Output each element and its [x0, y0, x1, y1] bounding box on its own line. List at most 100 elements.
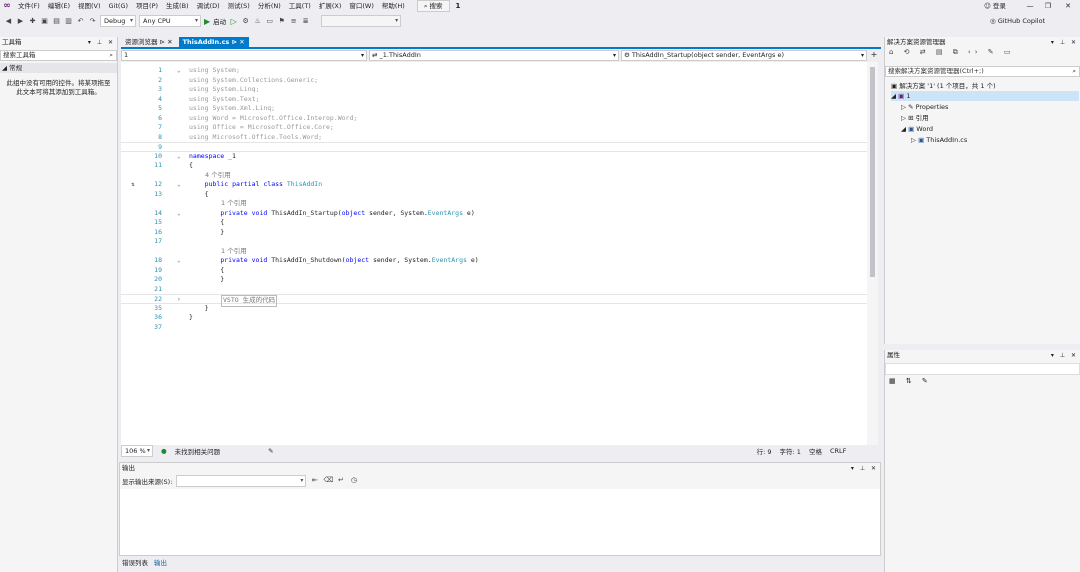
- menu-item[interactable]: 生成(B): [162, 0, 193, 12]
- menu-item[interactable]: 调试(D): [193, 0, 224, 12]
- config-select[interactable]: Debug: [100, 15, 136, 27]
- menu-item[interactable]: 工具(T): [285, 0, 315, 12]
- codelens-reference[interactable]: 1 个引用: [221, 199, 247, 209]
- class-dropdown[interactable]: ⇄ _1.ThisAddIn: [369, 50, 619, 61]
- menu-item[interactable]: Git(G): [105, 0, 133, 12]
- start-button[interactable]: 启动: [213, 16, 226, 26]
- menu-item[interactable]: 分析(N): [254, 0, 285, 12]
- output-text-area[interactable]: [120, 489, 880, 555]
- clear-icon[interactable]: ⌫: [323, 476, 333, 485]
- eol-mode[interactable]: CRLF: [830, 447, 846, 455]
- code-text: public partial class ThisAddIn: [204, 180, 323, 188]
- uncomment-icon[interactable]: ≣: [301, 17, 310, 26]
- save-all-icon[interactable]: ▥: [64, 17, 73, 26]
- fold-toggle-icon[interactable]: ⌄: [177, 66, 181, 76]
- line-number: 35: [154, 303, 162, 312]
- tree-item-label: ThisAddIn.cs: [926, 136, 968, 144]
- indent-mode[interactable]: 空格: [809, 446, 822, 456]
- code-line: 19 {: [121, 266, 867, 276]
- tab-thisaddin-cs[interactable]: ThisAddIn.cs ⊳ ✕: [178, 37, 249, 47]
- solution-search-input[interactable]: 搜索解决方案资源管理器(Ctrl+;) ⌕: [885, 66, 1080, 77]
- code-line: 11 {: [121, 161, 867, 171]
- fold-toggle-icon[interactable]: ⌄: [177, 209, 181, 219]
- fold-toggle-icon[interactable]: ⌄: [177, 256, 181, 266]
- solution-toolbar[interactable]: ⌂ ⟲ ⇄ ▤ ⧉ ‹› ✎ ▭: [885, 48, 1080, 64]
- back-icon[interactable]: ◀: [4, 17, 13, 26]
- menu-item[interactable]: 视图(V): [74, 0, 105, 12]
- panel-controls-icon[interactable]: ▾ ⊥ ✕: [1051, 37, 1080, 48]
- menu-item[interactable]: 文件(F): [14, 0, 44, 12]
- close-icon[interactable]: ✕: [167, 38, 172, 46]
- close-icon[interactable]: ✕: [239, 38, 244, 46]
- codelens-reference[interactable]: 4 个引用: [205, 171, 231, 181]
- toolbox-search-input[interactable]: 搜索工具箱 ⌕: [0, 50, 117, 61]
- tree-item-word[interactable]: ◢ ▣ Word: [901, 124, 933, 134]
- menu-item[interactable]: 窗口(W): [345, 0, 378, 12]
- properties-object-select[interactable]: [885, 363, 1080, 375]
- zoom-select[interactable]: 106 %: [121, 445, 153, 457]
- split-editor-icon[interactable]: +: [869, 50, 879, 61]
- properties-toolbar[interactable]: ▦ ⇅ ✎: [885, 377, 1080, 385]
- tree-item-references[interactable]: ▷ ⊞ 引用: [901, 113, 929, 123]
- menu-item[interactable]: 扩展(X): [315, 0, 346, 12]
- start-icon[interactable]: ▶: [204, 17, 210, 26]
- close-button[interactable]: ✕: [1054, 0, 1080, 12]
- panel-controls-icon[interactable]: ▾ ⊥ ✕: [851, 463, 880, 474]
- login-link[interactable]: ☺ 登录: [984, 0, 1006, 12]
- menu-item[interactable]: 测试(S): [224, 0, 254, 12]
- start-without-debug-icon[interactable]: ▷: [229, 17, 238, 26]
- search-box[interactable]: ⌕ 搜索: [416, 0, 450, 12]
- hot-reload-icon[interactable]: ♨: [253, 17, 262, 26]
- codelens-reference[interactable]: 1 个引用: [221, 247, 247, 257]
- code-editor[interactable]: 1 ⌄ using System; 2 using System.Collections…: [121, 62, 867, 445]
- project-dropdown[interactable]: 1: [121, 50, 367, 61]
- code-line: 17: [121, 237, 867, 247]
- tab-error-list[interactable]: 错误列表: [119, 557, 151, 569]
- find-combo[interactable]: [321, 15, 402, 27]
- visual-studio-logo-icon[interactable]: ∞: [0, 0, 14, 12]
- menu-item[interactable]: 帮助(H): [378, 0, 409, 12]
- goto-icon[interactable]: ⇤: [310, 476, 319, 485]
- brush-icon[interactable]: ✎: [268, 447, 273, 455]
- browser-link-icon[interactable]: ▭: [265, 17, 274, 26]
- solution-icon: ▣: [891, 82, 900, 90]
- pin-icon[interactable]: ⊳: [232, 38, 237, 46]
- panel-controls-icon[interactable]: ▾ ⊥ ✕: [88, 37, 117, 48]
- line-number: 8: [158, 132, 162, 141]
- clock-icon[interactable]: ◷: [349, 476, 358, 485]
- undo-icon[interactable]: ↶: [76, 17, 85, 26]
- tree-item-properties[interactable]: ▷ ✎ Properties: [901, 102, 948, 112]
- new-file-icon[interactable]: ✚: [28, 17, 37, 26]
- save-icon[interactable]: ▤: [52, 17, 61, 26]
- redo-icon[interactable]: ↷: [88, 17, 97, 26]
- project-node[interactable]: ◢ ▣ 1: [891, 91, 1079, 101]
- code-line: 12 ⌄ ⇅ public partial class ThisAddIn: [121, 180, 867, 190]
- menu-item[interactable]: 项目(P): [132, 0, 162, 12]
- comment-icon[interactable]: ≡: [289, 17, 298, 26]
- attach-icon[interactable]: ⚙: [241, 17, 250, 26]
- member-dropdown[interactable]: ⚙ ThisAddIn_Startup(object sender, Event…: [621, 50, 867, 61]
- copilot-button[interactable]: ◎ GitHub Copilot: [990, 17, 1045, 25]
- bookmark-icon[interactable]: ⚑: [277, 17, 286, 26]
- tree-item-thisaddin[interactable]: ▷ ▣ ThisAddIn.cs: [911, 135, 967, 145]
- tab-resource-browser[interactable]: 资源浏览器 ⊳ ✕: [121, 37, 177, 47]
- fold-toggle-icon[interactable]: ⌄: [177, 152, 181, 162]
- menu-item[interactable]: 编辑(E): [44, 0, 74, 12]
- panel-controls-icon[interactable]: ▾ ⊥ ✕: [1051, 350, 1080, 361]
- inheritance-glyph-icon[interactable]: ⇅: [131, 180, 135, 190]
- fold-toggle-icon[interactable]: ⌄: [177, 180, 181, 190]
- wrap-icon[interactable]: ↵: [336, 476, 345, 485]
- solution-node-label: 解决方案 '1' (1 个项目，共 1 个): [899, 82, 996, 90]
- issues-label[interactable]: 未找到相关问题: [175, 446, 221, 456]
- forward-icon[interactable]: ▶: [16, 17, 25, 26]
- open-folder-icon[interactable]: ▣: [40, 17, 49, 26]
- output-source-select[interactable]: [176, 474, 307, 487]
- pin-icon[interactable]: ⊳: [160, 38, 165, 46]
- platform-select[interactable]: Any CPU: [139, 15, 201, 27]
- code-line: 18 ⌄ private void ThisAddIn_Shutdown(obje…: [121, 256, 867, 266]
- solution-node[interactable]: ▣ 解决方案 '1' (1 个项目，共 1 个): [891, 81, 996, 91]
- class-dropdown-label: _1.ThisAddIn: [379, 51, 421, 59]
- tab-output[interactable]: 输出: [151, 557, 170, 569]
- editor-scrollbar-thumb[interactable]: [870, 67, 875, 277]
- toolbox-group-general[interactable]: ◢ 常规: [0, 63, 117, 73]
